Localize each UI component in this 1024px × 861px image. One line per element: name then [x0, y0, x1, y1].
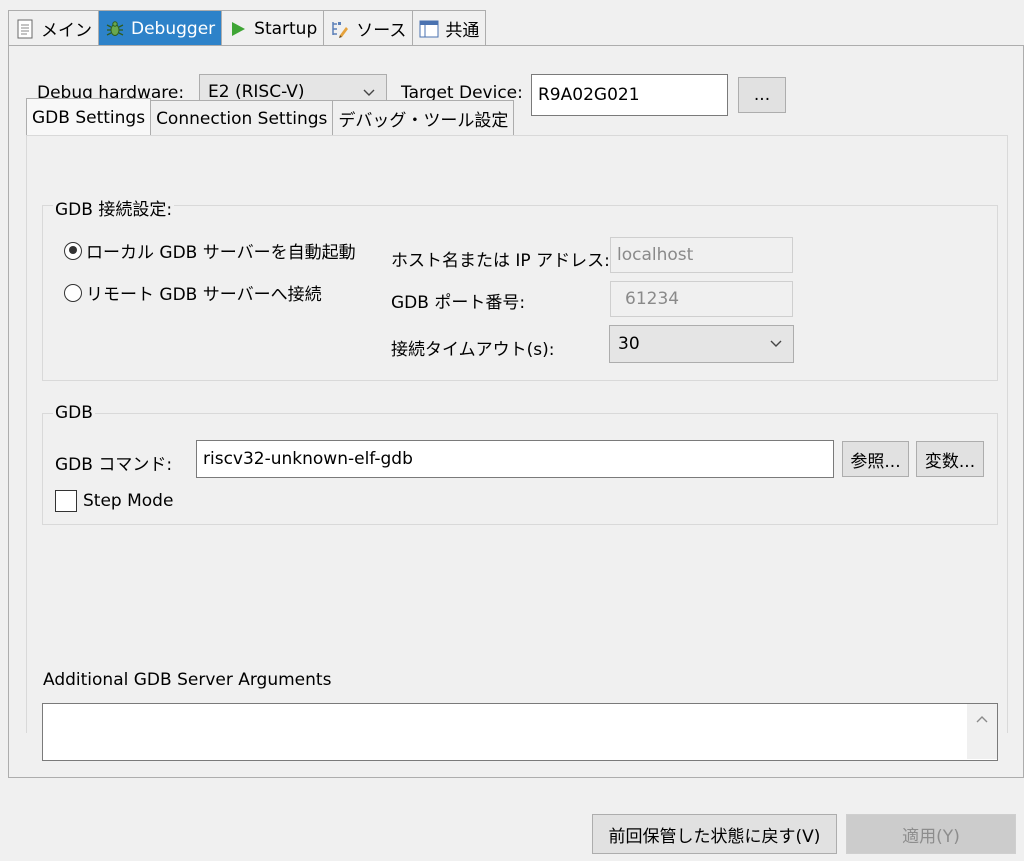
checkbox-unchecked-indicator [55, 490, 77, 512]
revert-button[interactable]: 前回保管した状態に戻す(V) [592, 814, 837, 854]
gdb-browse-button[interactable]: 参照... [842, 441, 909, 477]
tab-connection-settings[interactable]: Connection Settings [150, 100, 334, 136]
tab-common[interactable]: 共通 [412, 10, 487, 46]
radio-remote-label: リモート GDB サーバーへ接続 [86, 285, 322, 305]
port-label: GDB ポート番号: [391, 293, 526, 313]
apply-button: 適用(Y) [846, 814, 1016, 854]
scroll-up-arrow-icon[interactable] [967, 704, 997, 759]
gdb-command-field[interactable]: riscv32-unknown-elf-gdb [196, 440, 834, 478]
tab-main-label: メイン [41, 21, 92, 41]
step-mode-label: Step Mode [83, 491, 174, 511]
top-tab-bar: メイン Debugger Startup ソース 共通 [8, 10, 487, 46]
step-mode-checkbox[interactable]: Step Mode [55, 490, 173, 512]
gdb-connection-title: GDB 接続設定: [53, 195, 175, 220]
radio-remote-gdb-server[interactable]: リモート GDB サーバーへ接続 [64, 280, 322, 305]
tab-debug-tool-settings[interactable]: デバッグ・ツール設定 [332, 100, 515, 136]
gdb-group-title: GDB [53, 403, 95, 423]
common-icon [419, 19, 439, 39]
tab-gdb-settings[interactable]: GDB Settings [26, 98, 152, 136]
port-value: 61234 [625, 289, 680, 309]
browse-device-button[interactable]: ... [738, 77, 786, 113]
gdb-command-value: riscv32-unknown-elf-gdb [203, 449, 413, 469]
bug-icon [105, 19, 125, 39]
host-field: localhost [610, 237, 793, 273]
target-device-value: R9A02G021 [538, 85, 640, 105]
tab-source-label: ソース [356, 21, 407, 41]
radio-unselected-indicator [64, 283, 82, 302]
tab-source[interactable]: ソース [323, 10, 414, 46]
gdb-settings-panel: GDB 接続設定: ローカル GDB サーバーを自動起動 リモート GDB サー… [26, 135, 1008, 761]
port-field: 61234 [610, 281, 793, 317]
tab-main[interactable]: メイン [8, 10, 99, 46]
tab-debugger-label: Debugger [131, 18, 216, 39]
timeout-value: 30 [618, 334, 640, 354]
additional-args-textarea[interactable] [42, 703, 998, 761]
host-label: ホスト名または IP アドレス: [391, 251, 610, 271]
gdb-variables-button[interactable]: 変数... [916, 441, 984, 477]
tab-common-label: 共通 [445, 21, 480, 41]
inner-tab-bar: GDB Settings Connection Settings デバッグ・ツー… [26, 98, 515, 136]
chevron-down-icon [769, 335, 783, 349]
document-icon [15, 19, 35, 39]
additional-args-label: Additional GDB Server Arguments [43, 670, 332, 690]
tab-debugger[interactable]: Debugger [98, 10, 223, 46]
tab-startup-label: Startup [254, 18, 318, 39]
host-value: localhost [617, 245, 694, 265]
radio-local-gdb-server[interactable]: ローカル GDB サーバーを自動起動 [64, 238, 356, 263]
radio-selected-indicator [64, 241, 82, 260]
tab-startup[interactable]: Startup [221, 10, 325, 46]
radio-local-label: ローカル GDB サーバーを自動起動 [86, 243, 356, 263]
target-device-field[interactable]: R9A02G021 [531, 74, 728, 116]
chevron-down-icon [362, 84, 376, 98]
debug-hardware-value: E2 (RISC-V) [208, 82, 305, 102]
timeout-select[interactable]: 30 [609, 325, 794, 363]
timeout-label: 接続タイムアウト(s): [391, 340, 555, 360]
launch-configuration-dialog: メイン Debugger Startup ソース 共通 Debug hardwa… [0, 0, 1024, 861]
play-icon [228, 19, 248, 39]
source-lookup-icon [330, 19, 350, 39]
gdb-command-label: GDB コマンド: [55, 455, 173, 475]
